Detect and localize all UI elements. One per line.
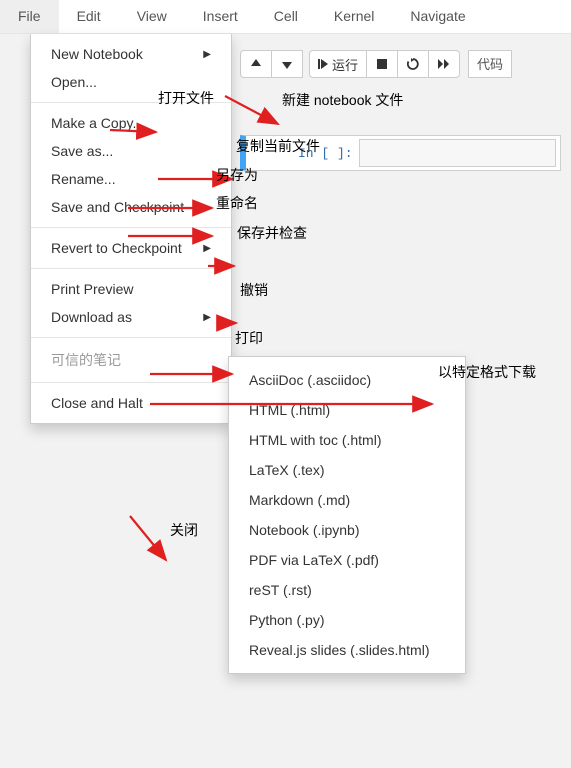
menu-kernel[interactable]: Kernel <box>316 0 392 33</box>
annotation-close: 关闭 <box>170 520 198 540</box>
annotation-print: 打印 <box>235 328 263 348</box>
move-up-button[interactable] <box>240 50 272 78</box>
file-new-notebook[interactable]: New Notebook ▶ <box>31 40 231 68</box>
submenu-arrow-icon: ▶ <box>203 49 211 60</box>
download-revealjs[interactable]: Reveal.js slides (.slides.html) <box>229 635 465 665</box>
menu-cell[interactable]: Cell <box>256 0 316 33</box>
separator <box>31 382 231 383</box>
download-html[interactable]: HTML (.html) <box>229 395 465 425</box>
annotation-save-as: 另存为 <box>216 165 258 185</box>
annotation-new-notebook: 新建 notebook 文件 <box>282 90 403 110</box>
file-rename[interactable]: Rename... <box>31 165 231 193</box>
run-label: 运行 <box>332 55 358 74</box>
submenu-arrow-icon: ▶ <box>203 312 211 323</box>
annotation-revert: 撤销 <box>240 280 268 300</box>
annotation-save-checkpoint: 保存并检查 <box>237 223 307 243</box>
restart-button[interactable] <box>397 50 429 78</box>
file-new-notebook-label: New Notebook <box>51 46 143 62</box>
file-close-halt[interactable]: Close and Halt <box>31 389 231 417</box>
separator <box>31 337 231 338</box>
menu-view[interactable]: View <box>119 0 185 33</box>
annotation-download: 以特定格式下载 <box>438 362 536 382</box>
cell-input[interactable] <box>359 139 556 167</box>
file-trusted: 可信的笔记 <box>31 344 231 376</box>
download-html-toc[interactable]: HTML with toc (.html) <box>229 425 465 455</box>
annotation-rename: 重命名 <box>216 193 258 213</box>
file-print-preview[interactable]: Print Preview <box>31 275 231 303</box>
celltype-select[interactable]: 代码 <box>468 50 512 78</box>
menu-edit[interactable]: Edit <box>59 0 119 33</box>
download-notebook[interactable]: Notebook (.ipynb) <box>229 515 465 545</box>
separator <box>31 268 231 269</box>
menubar: File Edit View Insert Cell Kernel Naviga… <box>0 0 571 34</box>
submenu-arrow-icon: ▶ <box>203 243 211 254</box>
run-button[interactable]: 运行 <box>309 50 367 78</box>
file-revert[interactable]: Revert to Checkpoint ▶ <box>31 234 231 262</box>
annotation-open: 打开文件 <box>158 88 214 108</box>
annotation-make-copy: 复制当前文件 <box>236 136 320 156</box>
menu-file[interactable]: File <box>0 0 59 33</box>
stop-button[interactable] <box>366 50 398 78</box>
download-asciidoc[interactable]: AsciiDoc (.asciidoc) <box>229 365 465 395</box>
file-download-as-label: Download as <box>51 309 132 325</box>
download-python[interactable]: Python (.py) <box>229 605 465 635</box>
file-save-checkpoint[interactable]: Save and Checkpoint <box>31 193 231 221</box>
move-down-button[interactable] <box>271 50 303 78</box>
menu-insert[interactable]: Insert <box>185 0 256 33</box>
download-pdf[interactable]: PDF via LaTeX (.pdf) <box>229 545 465 575</box>
separator <box>31 227 231 228</box>
file-save-as[interactable]: Save as... <box>31 137 231 165</box>
file-download-as[interactable]: Download as ▶ <box>31 303 231 331</box>
menu-navigate[interactable]: Navigate <box>392 0 483 33</box>
file-make-copy[interactable]: Make a Copy... <box>31 109 231 137</box>
file-revert-label: Revert to Checkpoint <box>51 240 182 256</box>
download-latex[interactable]: LaTeX (.tex) <box>229 455 465 485</box>
download-rst[interactable]: reST (.rst) <box>229 575 465 605</box>
download-markdown[interactable]: Markdown (.md) <box>229 485 465 515</box>
toolbar: 运行 代码 <box>240 50 512 78</box>
run-all-button[interactable] <box>428 50 460 78</box>
download-as-submenu: AsciiDoc (.asciidoc) HTML (.html) HTML w… <box>228 356 466 674</box>
